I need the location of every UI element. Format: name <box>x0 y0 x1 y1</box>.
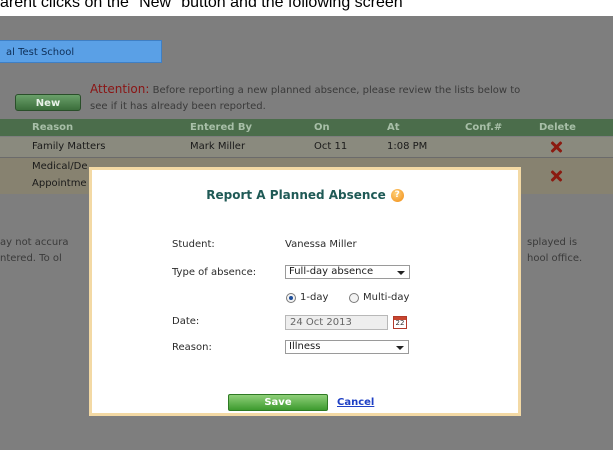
absence-type-value: Full-day absence <box>289 266 374 277</box>
date-input[interactable]: 24 Oct 2013 <box>285 315 388 330</box>
delete-icon[interactable] <box>550 141 562 153</box>
table-header: Reason Entered By On At Conf.# Delete <box>0 119 613 136</box>
attention-text-line1: Before reporting a new planned absence, … <box>152 85 521 96</box>
row-reason-line2: Appointme <box>32 178 87 189</box>
reason-value: Illness <box>289 341 321 352</box>
background-notice-right-line1: splayed is <box>527 237 578 248</box>
table-row: Family Matters Mark Miller Oct 11 1:08 P… <box>0 137 613 158</box>
background-notice-right: splayed is hool office. <box>527 235 582 267</box>
page-caption: arent clicks on the "New" button and the… <box>0 0 403 11</box>
row-reason: Family Matters <box>32 141 106 152</box>
multi-day-radio-label[interactable]: Multi-day <box>363 292 409 303</box>
absence-type-select[interactable]: Full-day absence <box>285 265 410 279</box>
date-label: Date: <box>172 316 200 327</box>
reason-label: Reason: <box>172 342 212 353</box>
column-header-on: On <box>314 122 330 133</box>
multi-day-radio[interactable] <box>349 293 359 303</box>
attention-text-line2: see if it has already been reported. <box>90 101 266 112</box>
calendar-icon[interactable]: 22 <box>393 316 407 329</box>
school-name-bar: al Test School <box>0 40 162 63</box>
help-icon[interactable]: ? <box>390 189 404 202</box>
report-absence-dialog: Report A Planned Absence? Student: Vanes… <box>89 167 521 416</box>
background-notice-left-line1: ay not accura <box>0 237 69 248</box>
row-reason-line1: Medical/De <box>32 161 88 172</box>
save-button[interactable]: Save <box>228 394 328 411</box>
dialog-title-text: Report A Planned Absence <box>206 188 386 202</box>
one-day-radio[interactable] <box>286 293 296 303</box>
student-label: Student: <box>172 239 215 250</box>
absence-table: Reason Entered By On At Conf.# Delete Fa… <box>0 119 613 194</box>
column-header-conf: Conf.# <box>465 122 503 133</box>
new-absence-button[interactable]: New <box>15 94 81 111</box>
delete-icon[interactable] <box>550 170 562 182</box>
chevron-down-icon <box>397 271 405 275</box>
absence-type-label: Type of absence: <box>172 267 257 278</box>
column-header-delete: Delete <box>539 122 576 133</box>
chevron-down-icon <box>396 346 404 350</box>
calendar-day: 22 <box>395 319 405 327</box>
row-at-time: 1:08 PM <box>387 141 428 152</box>
column-header-reason: Reason <box>32 122 74 133</box>
one-day-radio-label[interactable]: 1-day <box>300 292 328 303</box>
background-notice-left-line2: ntered. To ol <box>0 253 62 264</box>
reason-select[interactable]: Illness <box>285 340 409 354</box>
background-notice-left: ay not accura ntered. To ol <box>0 235 68 267</box>
row-entered-by: Mark Miller <box>190 141 246 152</box>
row-on-date: Oct 11 <box>314 141 348 152</box>
background-notice-right-line2: hool office. <box>527 253 583 264</box>
column-header-at: At <box>387 122 400 133</box>
column-header-entered-by: Entered By <box>190 122 253 133</box>
cancel-link[interactable]: Cancel <box>337 397 374 408</box>
attention-notice: Attention: Before reporting a new planne… <box>90 81 610 115</box>
dialog-title: Report A Planned Absence? <box>92 188 518 202</box>
student-value: Vanessa Miller <box>285 239 357 250</box>
attention-label: Attention: <box>90 82 150 96</box>
